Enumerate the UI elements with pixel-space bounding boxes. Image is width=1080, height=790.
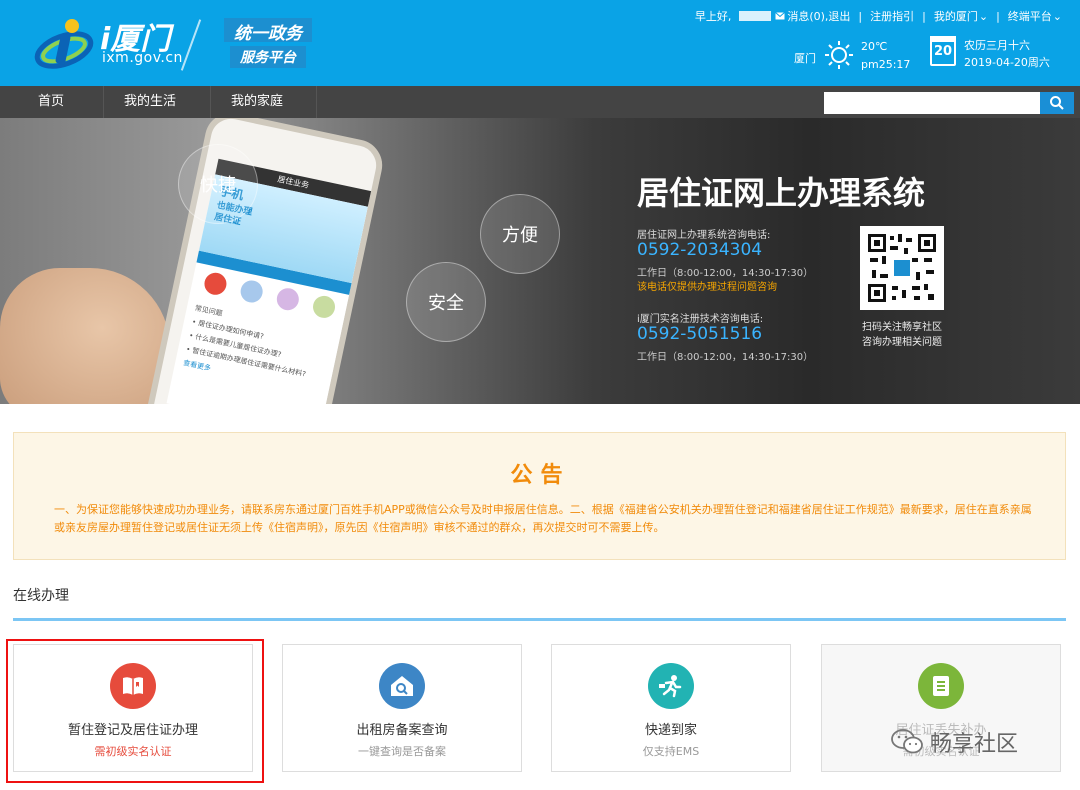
chevron-down-icon: ⌄	[1052, 9, 1062, 23]
card-subtitle: 仅支持EMS	[642, 745, 700, 758]
search-input[interactable]	[824, 92, 1040, 114]
runner-icon	[659, 675, 682, 698]
qr-caption: 扫码关注畅享社区 咨询办理相关问题	[850, 318, 954, 348]
service-card-express-delivery[interactable]: 快递到家 仅支持EMS	[551, 644, 791, 772]
notice-title: 公告	[510, 463, 571, 488]
phone-body: 居住业务 手机 也能办理 居住证 常见问题 • 居住证办理如何申请? • 什么是…	[142, 118, 387, 404]
nav-item-my-family[interactable]: 我的家庭	[207, 86, 283, 118]
hotline1-hours: 工作日（8:00-12:00，14:30-17:30）	[637, 268, 814, 279]
hero-banner: 居住业务 手机 也能办理 居住证 常见问题 • 居住证办理如何申请? • 什么是…	[0, 118, 1080, 404]
card-subtitle: 一键查询是否备案	[358, 745, 446, 758]
banner-title: 居住证网上办理系统	[637, 174, 926, 212]
qr-code	[860, 226, 944, 310]
highlight-box	[6, 639, 264, 783]
notice-panel: 公告 一、为保证您能够快速成功办理业务，请联系房东通过厦门百姓手机APP或微信公…	[13, 432, 1066, 560]
header: i厦门 ixm.gov.cn 统一政务 服务平台 早上好, 消息(0), 退出 …	[0, 0, 1080, 86]
nav-item-my-life[interactable]: 我的生活	[100, 86, 176, 118]
phone-icon-lost	[310, 293, 337, 320]
logout-link[interactable]: 退出	[828, 8, 850, 24]
register-guide-link[interactable]: 注册指引	[870, 8, 914, 24]
bubble-fast: 快捷	[178, 144, 258, 224]
slogan-line1: 统一政务	[224, 18, 312, 44]
date-block: 农历三月十六 2019-04-20周六	[964, 37, 1050, 71]
hotline1-number: 0592-2034304	[637, 240, 763, 260]
wechat-icon	[891, 729, 923, 754]
section-divider	[13, 618, 1066, 621]
topbar-sep: |	[922, 9, 926, 23]
notice-body: 一、为保证您能够快速成功办理业务，请联系房东通过厦门百姓手机APP或微信公众号及…	[54, 503, 1032, 534]
card-icon-circle	[379, 663, 425, 709]
card-icon-circle	[648, 663, 694, 709]
mail-icon	[775, 12, 786, 20]
bubble-safe: 安全	[406, 262, 486, 342]
my-xiamen-menu[interactable]: 我的厦门	[934, 8, 978, 24]
nav-item-home[interactable]: 首页	[14, 86, 64, 118]
house-search-icon	[391, 676, 413, 696]
search-button[interactable]	[1040, 92, 1074, 114]
qr-caption-line2: 咨询办理相关问题	[862, 337, 942, 348]
watermark: 畅享社区	[890, 722, 1050, 762]
phone-mockup: 居住业务 手机 也能办理 居住证 常见问题 • 居住证办理如何申请? • 什么是…	[125, 118, 475, 404]
terminal-platform-menu[interactable]: 终端平台	[1008, 8, 1052, 24]
chevron-down-icon: ⌄	[978, 9, 989, 23]
weather-city: 厦门	[794, 52, 816, 65]
calendar-day: 20	[933, 44, 953, 59]
slogan-line2: 服务平台	[230, 46, 306, 68]
watermark-text: 畅享社区	[930, 732, 1019, 757]
logo-url: ixm.gov.cn	[102, 50, 183, 66]
hotline2-hours: 工作日（8:00-12:00，14:30-17:30）	[637, 352, 814, 363]
sun-icon	[825, 41, 853, 69]
calendar-icon: 20	[930, 36, 956, 66]
nav-separator	[316, 86, 317, 118]
card-icon-circle	[918, 663, 964, 709]
bubble-convenient: 方便	[480, 194, 560, 274]
phone-icon-register	[201, 270, 229, 297]
hotline2-label: i厦门实名注册技术咨询电话:	[637, 314, 764, 325]
online-section-title: 在线办理	[13, 588, 69, 604]
greeting-text: 早上好,	[694, 10, 732, 23]
qr-code-icon	[866, 232, 938, 304]
hotline1-note: 该电话仅提供办理过程问题咨询	[637, 282, 777, 293]
lunar-date: 农历三月十六	[964, 39, 1030, 52]
weather-temp: 20℃	[861, 40, 888, 53]
document-icon	[933, 676, 949, 696]
hotline1-label: 居住证网上办理系统咨询电话:	[637, 230, 771, 241]
weather-pm: pm25:17	[861, 58, 911, 71]
username-mask	[739, 11, 772, 21]
card-title: 快递到家	[644, 723, 697, 738]
messages-link[interactable]: 消息(0),	[787, 8, 828, 24]
topbar-sep: |	[858, 9, 863, 23]
search-icon	[1050, 96, 1064, 110]
qr-caption-line1: 扫码关注畅享社区	[862, 322, 942, 333]
logo-mark-icon	[34, 19, 94, 69]
slogan: 统一政务 服务平台	[208, 18, 328, 70]
solar-date: 2019-04-20周六	[964, 56, 1050, 69]
hotline2-number: 0592-5051516	[637, 324, 763, 344]
phone-icon-renew	[274, 286, 301, 313]
service-card-rental-query[interactable]: 出租房备案查询 一键查询是否备案	[282, 644, 522, 772]
phone-icon-address	[238, 278, 265, 305]
card-title: 出租房备案查询	[356, 723, 448, 738]
site-logo[interactable]: i厦门 ixm.gov.cn	[34, 14, 194, 72]
topbar-sep: |	[996, 9, 1000, 23]
top-user-bar: 早上好, 消息(0), 退出 | 注册指引 | 我的厦门 ⌄ | 终端平台 ⌄	[691, 8, 1066, 24]
